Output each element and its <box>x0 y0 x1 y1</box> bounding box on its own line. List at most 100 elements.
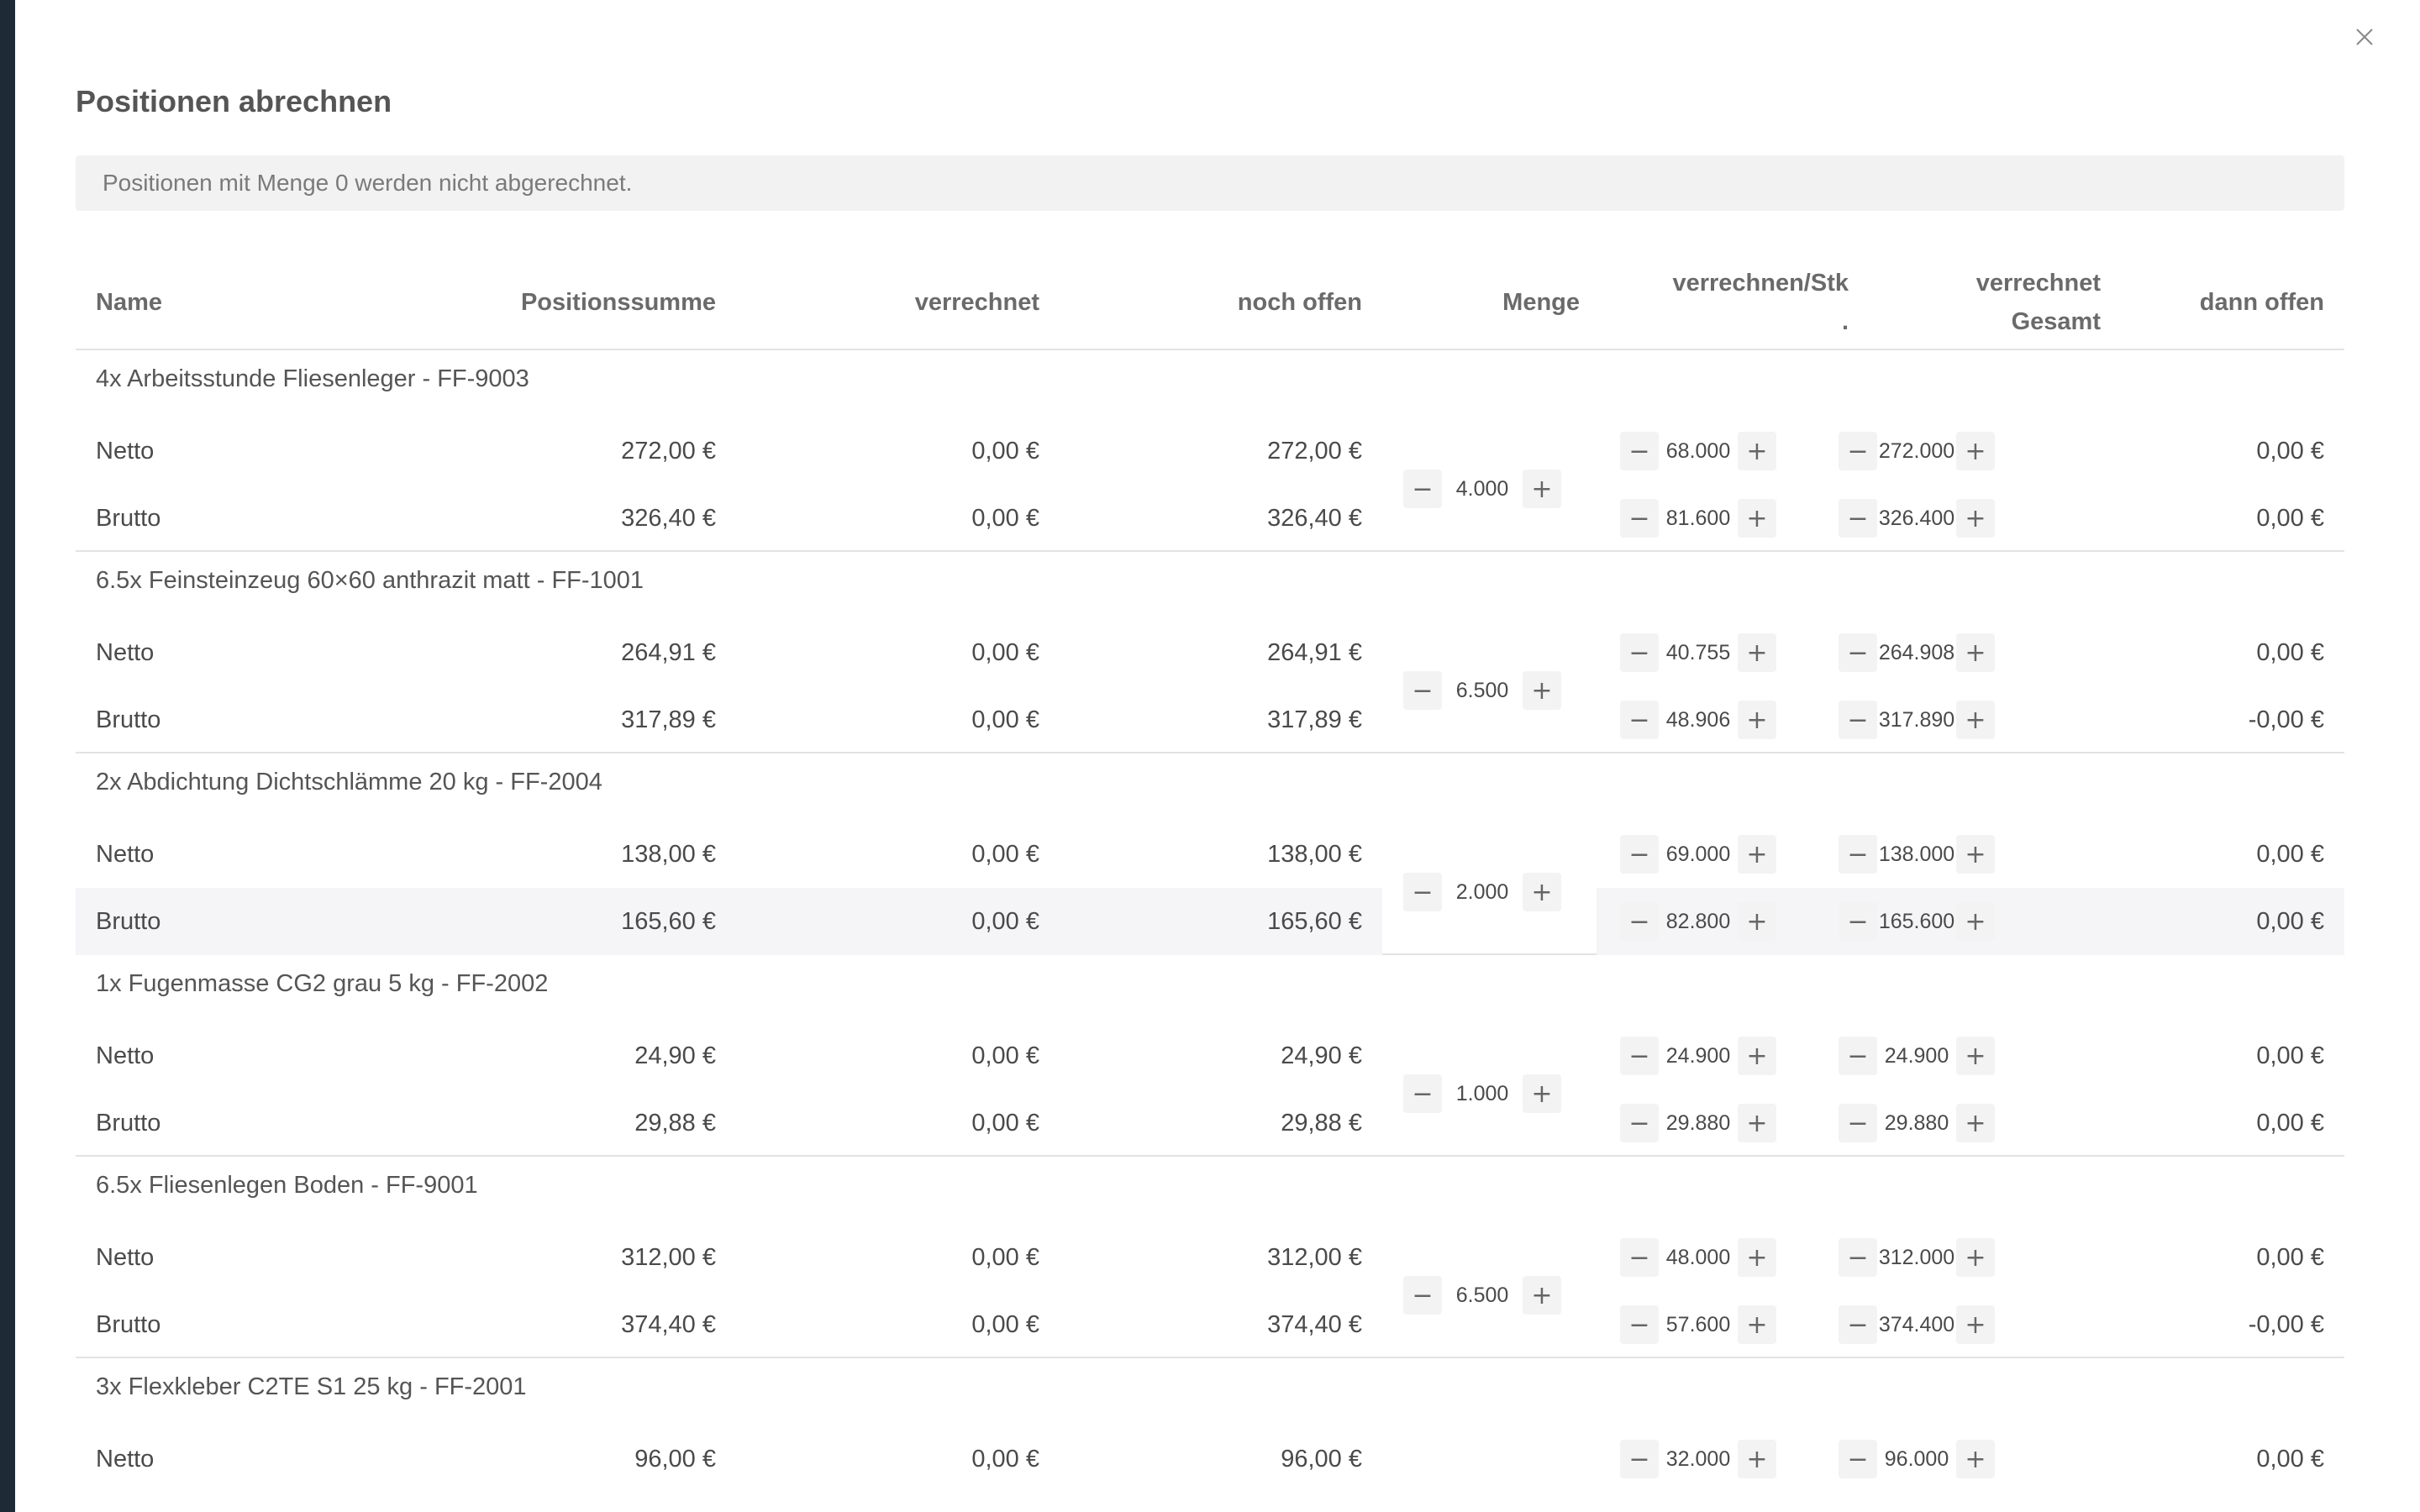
increment-button[interactable]: + <box>1738 1305 1776 1344</box>
decrement-button[interactable]: − <box>1839 1305 1877 1344</box>
increment-button[interactable]: + <box>1738 432 1776 470</box>
increment-button[interactable]: + <box>1523 1074 1561 1113</box>
increment-button[interactable]: + <box>1956 1238 1995 1277</box>
increment-button[interactable]: + <box>1738 633 1776 672</box>
decrement-button[interactable]: − <box>1839 499 1877 538</box>
increment-button[interactable]: + <box>1956 1305 1995 1344</box>
menge-stepper[interactable]: − 1.000 + <box>1403 1073 1561 1115</box>
increment-button[interactable]: + <box>1523 873 1561 911</box>
decrement-button[interactable]: − <box>1620 701 1659 739</box>
gesamt-value[interactable]: 96.000 <box>1877 1447 1956 1472</box>
per-stk-stepper[interactable]: − 40.755 + <box>1620 632 1776 674</box>
gesamt-value[interactable]: 29.880 <box>1877 1111 1956 1136</box>
increment-button[interactable]: + <box>1523 1276 1561 1315</box>
gesamt-stepper[interactable]: − 138.000 + <box>1839 833 1995 875</box>
increment-button[interactable]: + <box>1956 633 1995 672</box>
increment-button[interactable]: + <box>1738 835 1776 874</box>
decrement-button[interactable]: − <box>1620 1238 1659 1277</box>
gesamt-stepper[interactable]: − 272.000 + <box>1839 430 1995 472</box>
decrement-button[interactable]: − <box>1403 1074 1442 1113</box>
per-stk-value[interactable]: 40.755 <box>1659 641 1738 665</box>
increment-button[interactable]: + <box>1956 701 1995 739</box>
increment-button[interactable]: + <box>1738 1104 1776 1142</box>
gesamt-stepper[interactable]: − 96.000 + <box>1839 1438 1995 1480</box>
gesamt-stepper[interactable]: − 326.400 + <box>1839 497 1995 539</box>
per-stk-value[interactable]: 81.600 <box>1659 507 1738 531</box>
per-stk-stepper[interactable]: − 81.600 + <box>1620 497 1776 539</box>
increment-button[interactable]: + <box>1956 432 1995 470</box>
gesamt-stepper[interactable]: − 317.890 + <box>1839 699 1995 741</box>
gesamt-value[interactable]: 272.000 <box>1877 439 1956 464</box>
decrement-button[interactable]: − <box>1620 902 1659 941</box>
increment-button[interactable]: + <box>1956 1440 1995 1478</box>
per-stk-value[interactable]: 57.600 <box>1659 1313 1738 1337</box>
gesamt-stepper[interactable]: − 165.600 + <box>1839 900 1995 942</box>
per-stk-stepper[interactable]: − 57.600 + <box>1620 1304 1776 1346</box>
decrement-button[interactable]: − <box>1620 1104 1659 1142</box>
per-stk-value[interactable]: 24.900 <box>1659 1044 1738 1068</box>
increment-button[interactable]: + <box>1738 1238 1776 1277</box>
menge-value[interactable]: 6.500 <box>1442 1284 1523 1308</box>
decrement-button[interactable]: − <box>1839 1104 1877 1142</box>
per-stk-value[interactable]: 32.000 <box>1659 1447 1738 1472</box>
menge-value[interactable]: 6.500 <box>1442 679 1523 703</box>
per-stk-value[interactable]: 48.000 <box>1659 1246 1738 1270</box>
decrement-button[interactable]: − <box>1620 499 1659 538</box>
decrement-button[interactable]: − <box>1620 1440 1659 1478</box>
increment-button[interactable]: + <box>1956 1104 1995 1142</box>
per-stk-value[interactable]: 68.000 <box>1659 439 1738 464</box>
increment-button[interactable]: + <box>1956 1037 1995 1075</box>
increment-button[interactable]: + <box>1956 499 1995 538</box>
menge-stepper[interactable]: − 6.500 + <box>1403 669 1561 711</box>
increment-button[interactable]: + <box>1956 835 1995 874</box>
decrement-button[interactable]: − <box>1403 671 1442 710</box>
increment-button[interactable]: + <box>1738 1440 1776 1478</box>
gesamt-stepper[interactable]: − 264.908 + <box>1839 632 1995 674</box>
per-stk-stepper[interactable]: − 24.900 + <box>1620 1035 1776 1077</box>
decrement-button[interactable]: − <box>1839 902 1877 941</box>
decrement-button[interactable]: − <box>1839 633 1877 672</box>
increment-button[interactable]: + <box>1738 1037 1776 1075</box>
decrement-button[interactable]: − <box>1839 1238 1877 1277</box>
increment-button[interactable]: + <box>1523 671 1561 710</box>
increment-button[interactable]: + <box>1738 499 1776 538</box>
increment-button[interactable]: + <box>1738 902 1776 941</box>
gesamt-stepper[interactable]: − 24.900 + <box>1839 1035 1995 1077</box>
gesamt-value[interactable]: 24.900 <box>1877 1044 1956 1068</box>
per-stk-stepper[interactable]: − 69.000 + <box>1620 833 1776 875</box>
menge-value[interactable]: 1.000 <box>1442 1082 1523 1106</box>
menge-stepper[interactable]: − 2.000 + <box>1403 871 1561 913</box>
per-stk-stepper[interactable]: − 68.000 + <box>1620 430 1776 472</box>
gesamt-stepper[interactable]: − 29.880 + <box>1839 1102 1995 1144</box>
decrement-button[interactable]: − <box>1620 1305 1659 1344</box>
decrement-button[interactable]: − <box>1839 701 1877 739</box>
decrement-button[interactable]: − <box>1839 835 1877 874</box>
per-stk-value[interactable]: 29.880 <box>1659 1111 1738 1136</box>
per-stk-stepper[interactable]: − 48.000 + <box>1620 1236 1776 1278</box>
decrement-button[interactable]: − <box>1620 633 1659 672</box>
decrement-button[interactable]: − <box>1839 432 1877 470</box>
per-stk-value[interactable]: 69.000 <box>1659 843 1738 867</box>
decrement-button[interactable]: − <box>1403 1276 1442 1315</box>
per-stk-stepper[interactable]: − 48.906 + <box>1620 699 1776 741</box>
per-stk-value[interactable]: 82.800 <box>1659 910 1738 934</box>
menge-stepper[interactable]: − 4.000 + <box>1403 468 1561 510</box>
menge-stepper[interactable]: − 6.500 + <box>1403 1274 1561 1316</box>
increment-button[interactable]: + <box>1523 470 1561 508</box>
per-stk-stepper[interactable]: − 82.800 + <box>1620 900 1776 942</box>
per-stk-stepper[interactable]: − 29.880 + <box>1620 1102 1776 1144</box>
gesamt-stepper[interactable]: − 312.000 + <box>1839 1236 1995 1278</box>
increment-button[interactable]: + <box>1738 701 1776 739</box>
gesamt-value[interactable]: 165.600 <box>1877 910 1956 934</box>
gesamt-value[interactable]: 317.890 <box>1877 708 1956 732</box>
decrement-button[interactable]: − <box>1403 873 1442 911</box>
decrement-button[interactable]: − <box>1620 432 1659 470</box>
menge-value[interactable]: 2.000 <box>1442 880 1523 905</box>
gesamt-value[interactable]: 374.400 <box>1877 1313 1956 1337</box>
gesamt-value[interactable]: 264.908 <box>1877 641 1956 665</box>
decrement-button[interactable]: − <box>1620 1037 1659 1075</box>
increment-button[interactable]: + <box>1956 902 1995 941</box>
decrement-button[interactable]: − <box>1839 1037 1877 1075</box>
decrement-button[interactable]: − <box>1403 470 1442 508</box>
decrement-button[interactable]: − <box>1620 835 1659 874</box>
